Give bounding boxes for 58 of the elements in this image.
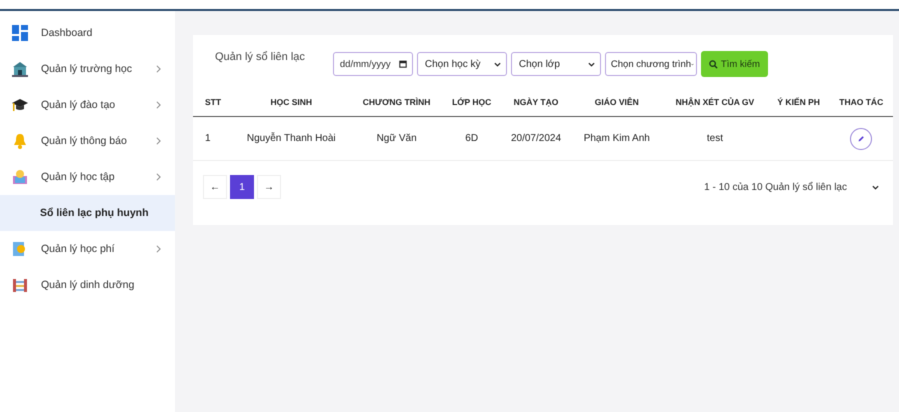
building-icon	[12, 61, 28, 77]
caret-icon	[494, 62, 501, 66]
dashboard-icon	[12, 25, 28, 41]
chevron-right-icon	[156, 245, 161, 253]
sidebar-item[interactable]: Quản lý đào tạo	[0, 87, 175, 123]
edit-button[interactable]	[850, 128, 872, 150]
pagination-summary: 1 - 10 của 10 Quản lý sổ liên lạc	[704, 182, 847, 192]
search-icon	[708, 60, 718, 68]
chevron-right-icon	[156, 101, 161, 109]
column-header: LỚP HỌC	[442, 91, 501, 116]
graduation-cap-icon	[12, 97, 28, 113]
select-field[interactable]: Chọn học kỳ	[416, 52, 507, 76]
caret-icon[interactable]	[872, 184, 879, 190]
caret-icon	[588, 62, 595, 66]
select-field[interactable]: Chọn chương trình	[604, 52, 697, 76]
column-header: NGÀY TẠO	[500, 91, 572, 116]
column-header: CHƯƠNG TRÌNH	[350, 91, 443, 116]
column-header: NHẬN XÉT CỦA GV	[662, 91, 768, 116]
column-header: GIÁO VIÊN	[571, 91, 662, 116]
menu-label: Quản lý dinh dưỡng	[41, 279, 136, 291]
menu-label: Quản lý thông báo	[41, 135, 128, 147]
table-cell: test	[662, 116, 768, 160]
column-header: HỌC SINH	[232, 91, 350, 116]
chevron-right-icon	[156, 173, 161, 181]
table-cell: Nguyễn Thanh Hoài	[232, 116, 350, 160]
sidebar-item[interactable]: Dashboard	[0, 15, 175, 51]
sidebar-item[interactable]: Quản lý học phí	[0, 231, 175, 267]
menu-label: Quản lý học tập	[41, 171, 116, 183]
table-cell: Ngữ Văn	[350, 116, 443, 160]
search-button[interactable]: Tìm kiếm	[700, 51, 768, 77]
page-button[interactable]: 1	[230, 175, 254, 199]
table-cell: Phạm Kim Anh	[571, 116, 662, 160]
sidebar-item[interactable]: Quản lý học tập	[0, 159, 175, 195]
menu-label: Quản lý học phí	[41, 243, 116, 255]
table-cell: 20/07/2024	[500, 116, 572, 160]
page-title: Quản lý sổ liên lạc	[215, 51, 305, 63]
sidebar-item[interactable]: Sổ liên lạc phụ huynh	[0, 195, 175, 231]
pencil-icon	[857, 134, 866, 142]
menu-label: Sổ liên lạc phụ huynh	[40, 207, 150, 219]
bell-icon	[12, 133, 28, 149]
sidebar-item[interactable]: Quản lý dinh dưỡng	[0, 267, 175, 303]
date-field[interactable]: dd/mm/yyyy	[332, 52, 413, 76]
sidebar-item[interactable]: Quản lý trường học	[0, 51, 175, 87]
chevron-right-icon	[156, 137, 161, 145]
column-header: Ý KIẾN PH	[768, 91, 830, 116]
chevron-right-icon	[156, 65, 161, 73]
next-page-button[interactable]: →	[257, 175, 281, 199]
sidebar-item[interactable]: Quản lý thông báo	[0, 123, 175, 159]
calendar-icon	[398, 60, 407, 68]
select-field[interactable]: Chọn lớp	[510, 52, 601, 76]
menu-label: Dashboard	[41, 27, 94, 39]
table-cell: 6D	[442, 116, 501, 160]
column-header: THAO TÁC	[830, 91, 893, 116]
menu-label: Quản lý đào tạo	[41, 99, 116, 111]
table-cell: 1	[193, 116, 232, 160]
previous-page-button[interactable]: ←	[203, 175, 227, 199]
column-header: STT	[193, 91, 232, 116]
menu-label: Quản lý trường học	[41, 63, 133, 75]
